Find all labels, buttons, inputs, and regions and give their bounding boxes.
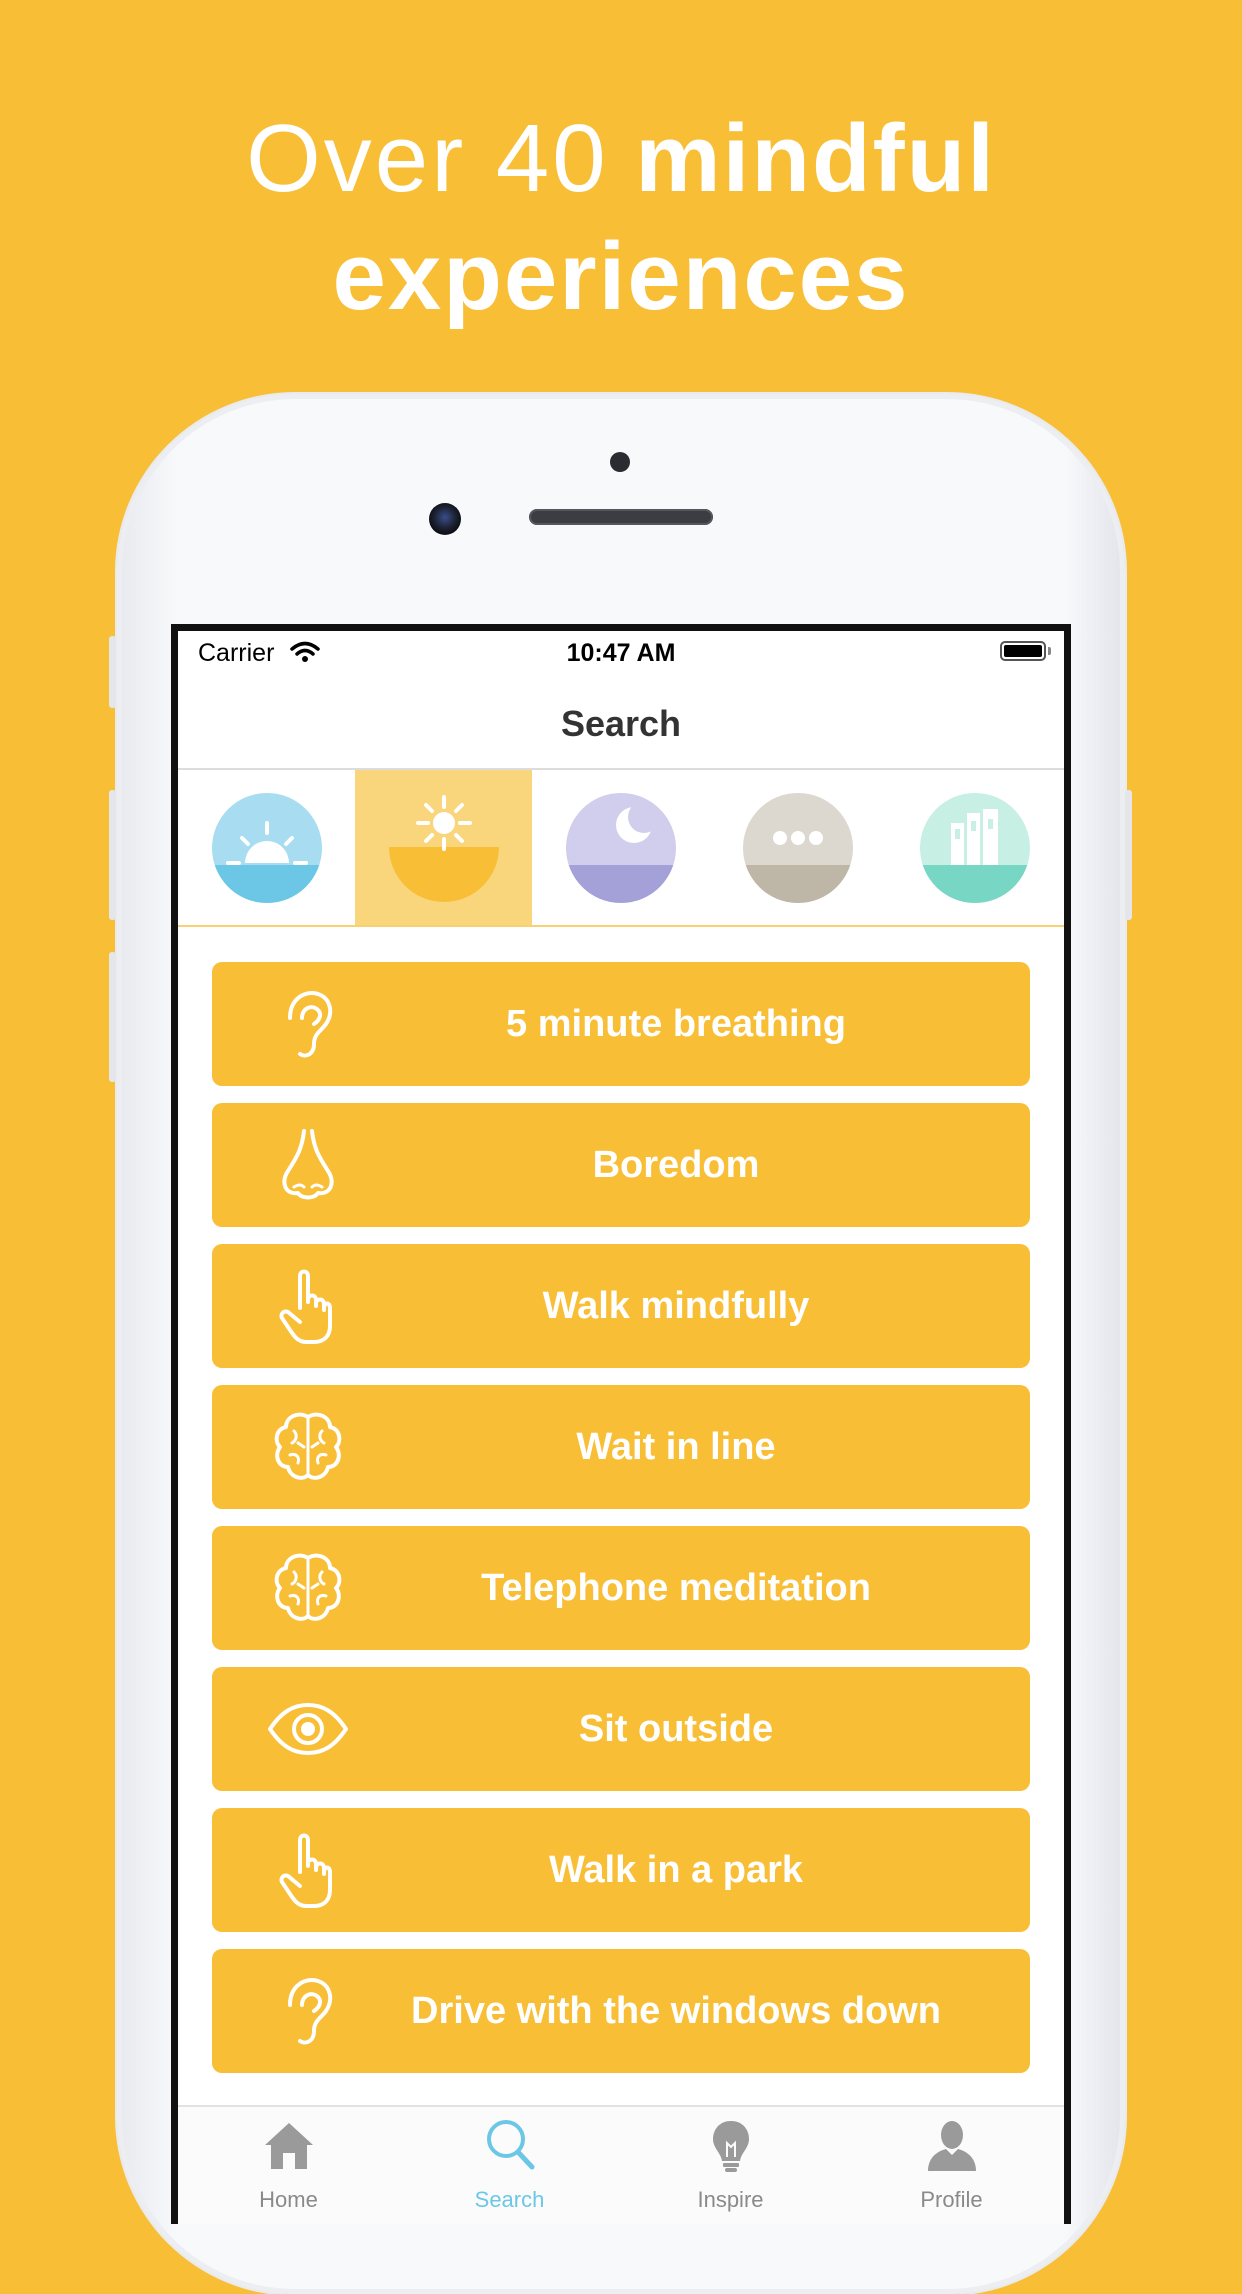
brain-icon (274, 1412, 342, 1480)
brain-icon (274, 1553, 342, 1621)
item-label: Drive with the windows down (411, 1990, 941, 2032)
list-item[interactable]: Telephone meditation (212, 1526, 1030, 1650)
front-camera (429, 503, 461, 535)
item-label: 5 minute breathing (506, 1003, 846, 1045)
status-bar: Carrier 10:47 AM (178, 631, 1064, 675)
item-label: Wait in line (576, 1426, 776, 1468)
list-item[interactable]: Boredom (212, 1103, 1030, 1227)
volume-up-button (109, 790, 116, 920)
list-item[interactable]: Wait in line (212, 1385, 1030, 1509)
category-sunrise[interactable] (178, 770, 355, 925)
ear-icon (288, 991, 333, 1058)
search-icon (487, 2120, 535, 2170)
item-label: Telephone meditation (481, 1567, 871, 1609)
tab-label: Inspire (697, 2187, 764, 2212)
library-icon (920, 793, 1030, 903)
phone-screen: Carrier 10:47 AM Search 5 minute breathi… (171, 624, 1071, 2224)
nose-icon (282, 1129, 334, 1200)
app-screen: Carrier 10:47 AM Search 5 minute breathi… (178, 631, 1064, 2224)
list-item[interactable]: 5 minute breathing (212, 962, 1030, 1086)
item-label: Walk mindfully (542, 1285, 810, 1327)
category-sun[interactable] (355, 770, 532, 925)
experience-list: 5 minute breathing Boredom Walk mindfull… (212, 962, 1030, 2090)
tab-profile[interactable]: Profile (841, 2107, 1062, 2224)
sunrise-icon (212, 793, 322, 903)
item-label: Boredom (592, 1144, 760, 1186)
item-label: Sit outside (578, 1708, 774, 1750)
tab-inspire[interactable]: Inspire (620, 2107, 841, 2224)
power-button (1125, 790, 1132, 920)
list-item[interactable]: Sit outside (212, 1667, 1030, 1791)
headline-bold-text-1: mindful (635, 105, 996, 212)
category-moon[interactable] (532, 770, 709, 925)
status-time: 10:47 AM (566, 639, 676, 667)
sun-icon (389, 795, 499, 902)
category-more[interactable] (709, 770, 886, 925)
volume-down-button (109, 952, 116, 1082)
marketing-headline: Over 40 mindful experiences (0, 100, 1242, 336)
page-title: Search (560, 703, 682, 744)
tab-label: Profile (920, 2187, 983, 2212)
eye-icon (268, 1703, 348, 1755)
headline-bold-text-2: experiences (332, 223, 910, 330)
list-item[interactable]: Drive with the windows down (212, 1949, 1030, 2073)
tab-label: Search (474, 2187, 545, 2212)
battery-icon (1000, 641, 1046, 661)
tab-label: Home (259, 2187, 318, 2212)
ear-icon (288, 1978, 333, 2045)
list-item[interactable]: Walk mindfully (212, 1244, 1030, 1368)
category-divider (178, 925, 1064, 927)
tab-search[interactable]: Search (399, 2107, 620, 2224)
tab-bar: Home Search Inspire Profile (178, 2105, 1064, 2224)
mute-switch (109, 636, 116, 708)
earpiece-speaker (529, 509, 713, 525)
tab-home[interactable]: Home (178, 2107, 399, 2224)
list-item[interactable]: Walk in a park (212, 1808, 1030, 1932)
category-library[interactable] (886, 770, 1063, 925)
hand-icon (279, 1269, 332, 1344)
proximity-sensor (610, 452, 630, 472)
more-icon (743, 793, 853, 903)
lightbulb-icon (713, 2121, 749, 2172)
battery-tip (1048, 647, 1051, 655)
moon-icon (566, 793, 676, 903)
category-selector (178, 770, 1064, 925)
headline-light-text: Over 40 (246, 105, 609, 212)
home-icon (265, 2123, 313, 2169)
hand-icon (279, 1833, 332, 1908)
item-label: Walk in a park (548, 1849, 804, 1891)
person-icon (928, 2121, 976, 2171)
